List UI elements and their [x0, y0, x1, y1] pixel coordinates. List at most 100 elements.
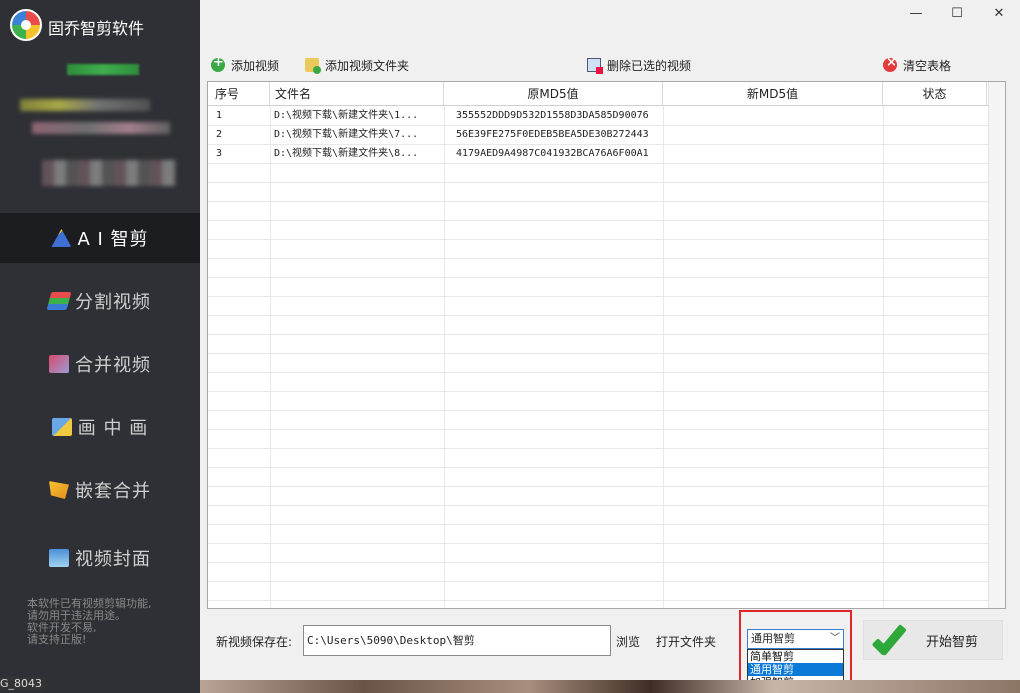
column-header-index[interactable]: 序号	[208, 82, 270, 106]
sidebar-item-merge-video[interactable]: 合并视频	[0, 339, 200, 389]
sidebar-item-nest-merge[interactable]: 嵌套合并	[0, 465, 200, 515]
table-row[interactable]: 2 D:\视频下载\新建文件夹\7... 56E39FE275F0EDEB5BE…	[208, 125, 1005, 144]
cell-md5-new	[668, 125, 878, 144]
add-folder-label: 添加视频文件夹	[325, 58, 410, 73]
browse-button[interactable]: 浏览	[616, 633, 640, 650]
delete-video-icon	[587, 58, 603, 74]
clear-table-button[interactable]: 清空表格	[883, 55, 951, 75]
background-photo-strip	[200, 680, 1020, 693]
app-title: 固乔智剪软件	[48, 19, 145, 38]
mode-select-value: 通用智剪	[751, 632, 795, 645]
column-gridline	[444, 106, 445, 608]
table-row[interactable]: 3 D:\视频下载\新建文件夹\8... 4179AED9A4987C04193…	[208, 144, 1005, 163]
table-header: 序号 文件名 原MD5值 新MD5值 状态	[208, 82, 1005, 106]
sidebar-item-split-video[interactable]: 分割视频	[0, 276, 200, 326]
row-gridline	[208, 410, 1005, 411]
row-gridline	[208, 600, 1005, 601]
folder-add-icon	[305, 58, 321, 74]
add-video-button[interactable]: 添加视频	[211, 55, 279, 75]
cell-index: 1	[216, 110, 223, 121]
column-header-status[interactable]: 状态	[883, 82, 987, 106]
table-row[interactable]: 1 D:\视频下载\新建文件夹\1... 355552DDD9D532D1558…	[208, 106, 1005, 125]
add-icon	[211, 55, 225, 72]
row-gridline	[208, 391, 1005, 392]
column-gridline	[663, 106, 664, 608]
column-header-md5-new[interactable]: 新MD5值	[663, 82, 883, 106]
start-button[interactable]: 开始智剪	[863, 620, 1003, 660]
save-path-input[interactable]: C:\Users\5090\Desktop\智剪	[303, 625, 611, 656]
blurred-badge	[67, 64, 139, 75]
sidebar-item-label: 合并视频	[75, 355, 151, 376]
mode-option-simple[interactable]: 简单智剪	[748, 650, 843, 663]
cell-index: 2	[216, 129, 223, 140]
sidebar-item-ai-cut[interactable]: A I 智剪	[0, 213, 200, 263]
corner-label: G_8043	[0, 677, 47, 690]
cell-status	[888, 144, 983, 163]
table-scrollbar[interactable]	[988, 82, 1005, 608]
row-gridline	[208, 372, 1005, 373]
clear-table-label: 清空表格	[903, 58, 952, 73]
clear-icon	[883, 55, 897, 72]
add-folder-button[interactable]: 添加视频文件夹	[305, 55, 409, 75]
column-gridline	[883, 106, 884, 608]
video-table[interactable]: 序号 文件名 原MD5值 新MD5值 状态 1 D:\视频下载\新建文件夹\1.…	[207, 81, 1006, 609]
add-video-label: 添加视频	[231, 58, 280, 73]
chevron-down-icon: ﹀	[830, 633, 840, 644]
sidebar-item-video-cover[interactable]: 视频封面	[0, 533, 200, 583]
row-gridline	[208, 467, 1005, 468]
row-gridline	[208, 239, 1005, 240]
row-gridline	[208, 182, 1005, 183]
row-gridline	[208, 315, 1005, 316]
row-gridline	[208, 296, 1005, 297]
start-button-label: 开始智剪	[926, 634, 979, 650]
mode-select[interactable]: 通用智剪 ﹀	[747, 629, 844, 649]
cell-filename: D:\视频下载\新建文件夹\1...	[274, 110, 419, 121]
sidebar-item-label: 视频封面	[75, 549, 151, 570]
row-gridline	[208, 505, 1005, 506]
cell-md5-old: 56E39FE275F0EDEB5BEA5DE30B272443	[456, 129, 649, 140]
column-header-filename[interactable]: 文件名	[270, 82, 444, 106]
cell-status	[888, 106, 983, 125]
blurred-account-line-2	[32, 122, 170, 134]
column-gridline	[270, 106, 271, 608]
cell-index: 3	[216, 148, 223, 159]
sidebar-item-label: 分割视频	[75, 292, 151, 313]
sidebar-item-pip[interactable]: 画 中 画	[0, 402, 200, 452]
cell-filename: D:\视频下载\新建文件夹\8...	[274, 148, 419, 159]
cell-md5-new	[668, 106, 878, 125]
maximize-button[interactable]: ☐	[943, 6, 971, 26]
cell-md5-old: 4179AED9A4987C041932BCA76A6F00A1	[456, 148, 649, 159]
blurred-account-line-3	[42, 160, 176, 186]
checkmark-icon	[872, 623, 908, 657]
save-path-label: 新视频保存在:	[216, 635, 293, 649]
row-gridline	[208, 543, 1005, 544]
row-gridline	[208, 562, 1005, 563]
cell-md5-new	[668, 144, 878, 163]
row-gridline	[208, 524, 1005, 525]
column-header-md5-old[interactable]: 原MD5值	[444, 82, 663, 106]
delete-selected-label: 删除已选的视频	[607, 58, 692, 73]
row-gridline	[208, 353, 1005, 354]
row-gridline	[208, 486, 1005, 487]
cell-status	[888, 125, 983, 144]
sidebar-item-label: 嵌套合并	[75, 481, 151, 502]
notice-text: 本软件已有视频剪辑功能, 请勿用于违法用途。 软件开发不易, 请支持正版!	[27, 597, 152, 646]
row-gridline	[208, 581, 1005, 582]
blurred-account-line-1	[20, 99, 150, 111]
cell-filename: D:\视频下载\新建文件夹\7...	[274, 129, 419, 140]
delete-selected-button[interactable]: 删除已选的视频	[587, 55, 691, 75]
row-gridline	[208, 163, 1005, 164]
row-gridline	[208, 429, 1005, 430]
sidebar-item-label: 画 中 画	[77, 418, 149, 439]
merge-video-icon	[49, 355, 69, 373]
sidebar: 固乔智剪软件 A I 智剪 分割视频 合并视频 画 中 画 嵌套合并 视频封面 …	[0, 0, 200, 693]
video-cover-icon	[49, 549, 69, 567]
row-gridline	[208, 201, 1005, 202]
row-gridline	[208, 220, 1005, 221]
app-logo-icon	[10, 9, 42, 41]
close-button[interactable]: ✕	[985, 6, 1013, 26]
open-folder-button[interactable]: 打开文件夹	[656, 633, 716, 650]
picture-in-picture-icon	[51, 418, 72, 436]
minimize-button[interactable]: —	[902, 6, 930, 26]
mode-option-general[interactable]: 通用智剪	[748, 663, 843, 676]
